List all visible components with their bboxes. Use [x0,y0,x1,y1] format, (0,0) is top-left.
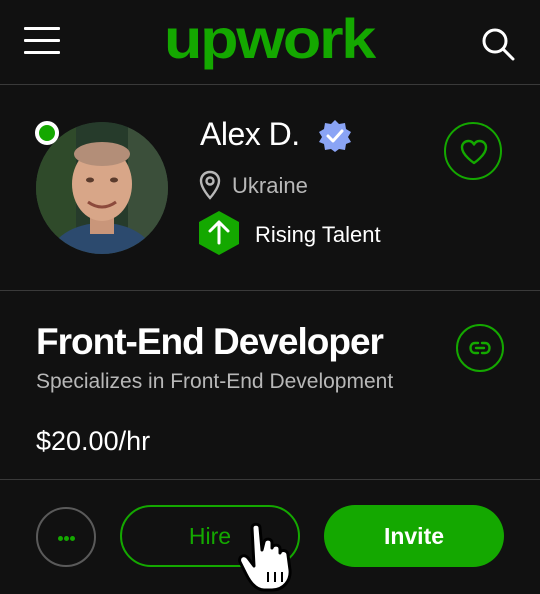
invite-button[interactable]: Invite [324,505,504,567]
verified-badge-icon [319,120,351,152]
location-pin-icon [199,170,221,200]
rising-talent-icon [199,211,239,255]
logo-text: upwork [164,8,376,70]
job-specialization: Specializes in Front-End Development [36,370,394,393]
search-icon[interactable] [480,26,516,62]
online-status-indicator [35,121,59,145]
heart-icon [460,139,488,165]
job-details: Front-End Developer Specializes in Front… [0,291,540,480]
link-icon [469,341,491,355]
job-title: Front-End Developer [36,321,384,362]
avatar-photo [36,122,168,254]
upwork-logo[interactable]: upwork [164,8,376,78]
hamburger-menu-icon[interactable] [24,27,60,55]
freelancer-name[interactable]: Alex D. [200,116,300,153]
more-options-button[interactable] [36,507,96,567]
profile-card: Alex D. Ukraine Rising Talent [0,85,540,291]
app-header: upwork [0,0,540,85]
hourly-rate: $20.00/hr [36,426,151,456]
copy-link-button[interactable] [456,324,504,372]
freelancer-location: Ukraine [232,173,308,198]
hand-pointer-cursor-icon [238,522,292,592]
more-dots-icon [58,536,63,541]
avatar[interactable] [36,122,168,254]
rising-talent-label: Rising Talent [255,222,381,247]
favorite-button[interactable] [444,122,502,180]
